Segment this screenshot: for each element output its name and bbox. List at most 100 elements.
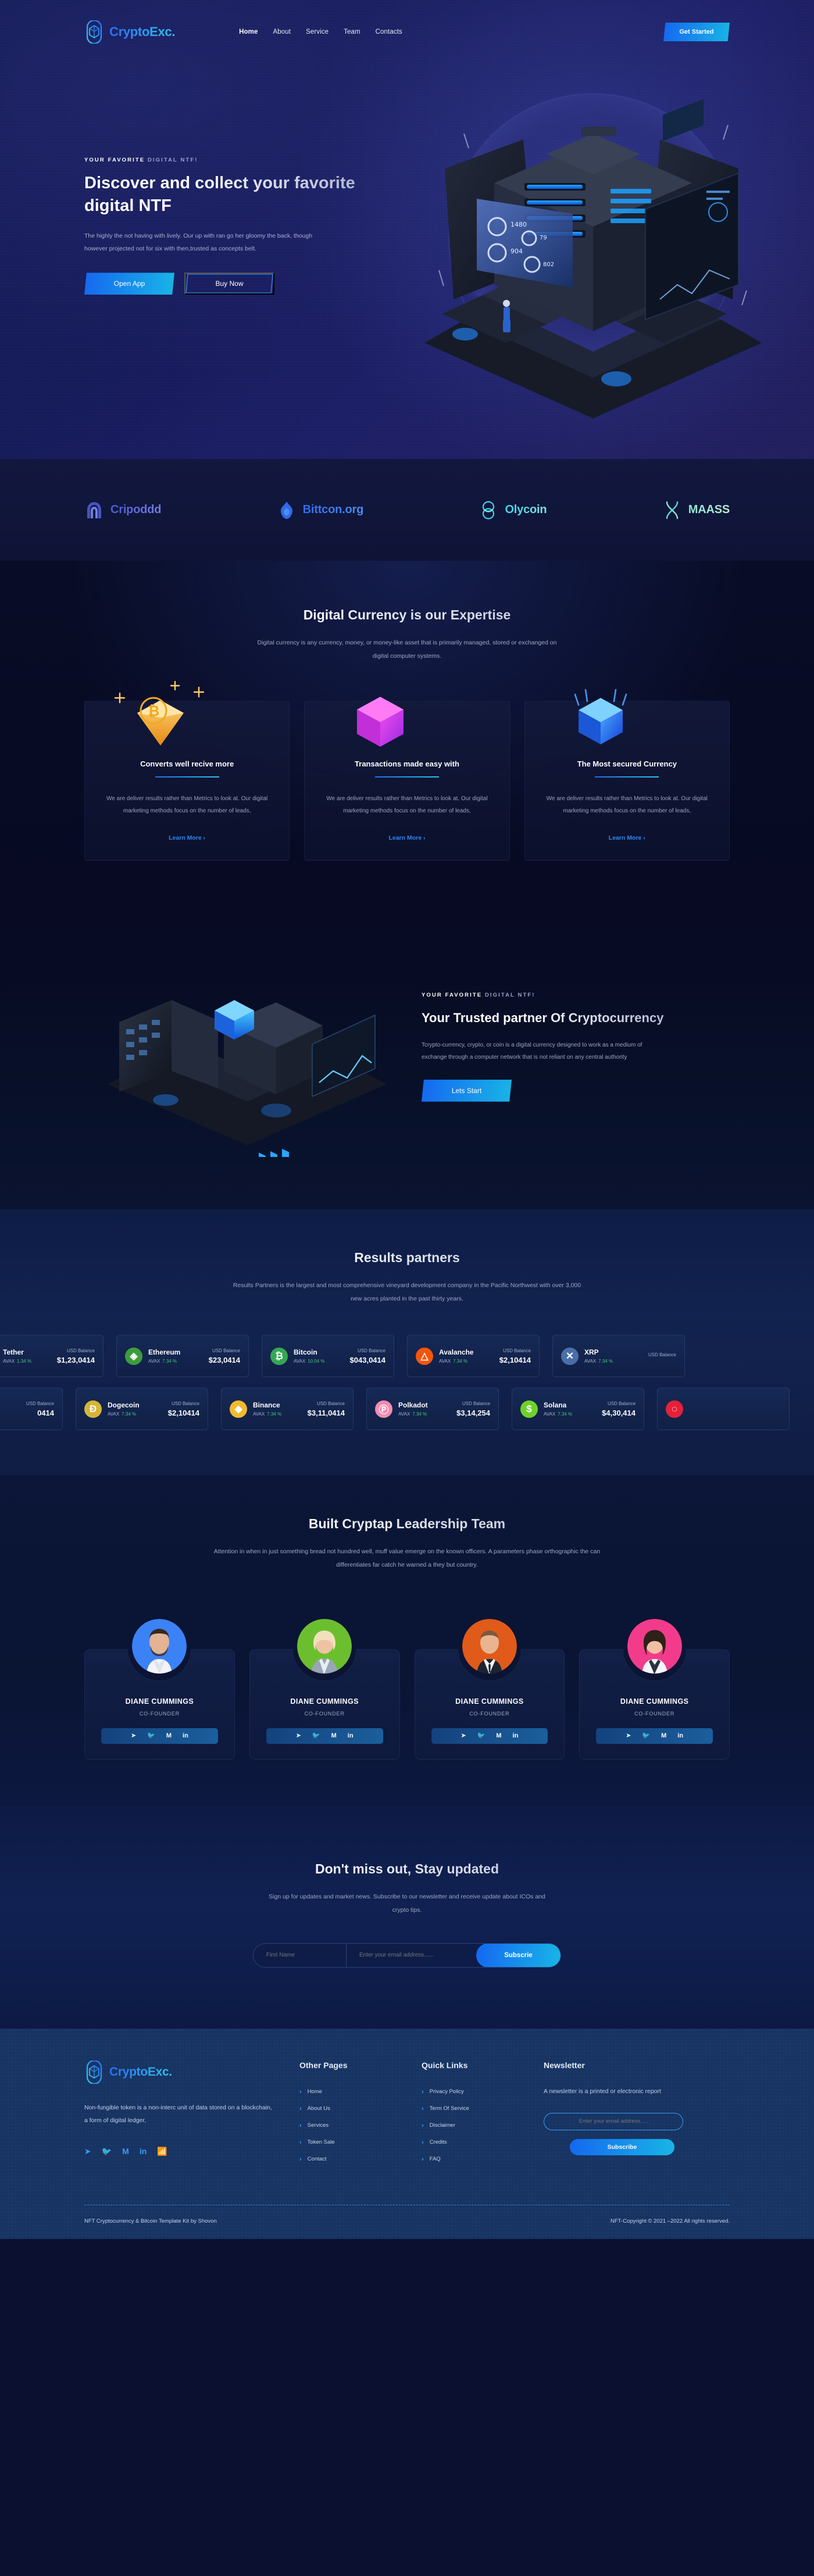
coin-card-partial-right[interactable]: ◌ xyxy=(657,1388,790,1431)
telegram-icon[interactable]: ➤ xyxy=(460,1732,466,1739)
footer-link-label[interactable]: Services xyxy=(308,2122,329,2129)
telegram-icon[interactable]: ➤ xyxy=(131,1732,136,1739)
coin-card-binance[interactable]: ◆ Binance AVAX 7.34 % USD Balance $3,11,041… xyxy=(221,1388,354,1431)
medium-icon[interactable]: M xyxy=(661,1732,666,1739)
footer-credit: NFT Cryptocurrency & Bitcoin Template Ki… xyxy=(84,2217,217,2224)
coin-symbol: AVAX xyxy=(439,1359,451,1364)
partner-logo-bittcon[interactable]: Bittcon.org xyxy=(277,500,363,520)
open-app-button[interactable]: Open App xyxy=(84,273,174,295)
twitter-icon[interactable]: 🐦 xyxy=(642,1732,650,1739)
footer-link-label[interactable]: FAQ xyxy=(430,2156,441,2162)
balance-label: USD Balance xyxy=(171,1400,199,1406)
footer-link-label[interactable]: Token Sale xyxy=(308,2139,335,2145)
card-text: We are deliver results rather than Metri… xyxy=(106,796,268,815)
balance-label: USD Balance xyxy=(66,1348,95,1353)
nav-link-home[interactable]: Home xyxy=(239,28,258,35)
footer-link-label[interactable]: Home xyxy=(308,2088,322,2095)
partner-logo-label: MAASS xyxy=(688,503,730,516)
buy-now-button[interactable]: Buy Now xyxy=(184,273,274,295)
trusted-illustration xyxy=(108,1000,387,1158)
subscribe-button[interactable]: Subscrie xyxy=(476,1943,560,1967)
nav-link-service[interactable]: Service xyxy=(306,28,329,35)
coin-card-partial-left[interactable]: USD Balance 0414 xyxy=(0,1388,63,1431)
coin-card-avalanche[interactable]: △ Avalanche AVAX 7.34 % USD Balance $2,1041… xyxy=(407,1335,540,1378)
expertise-card-transactions[interactable]: Transactions made easy with We are deliv… xyxy=(304,697,510,861)
footer-link-label[interactable]: Term Of Service xyxy=(430,2105,469,2112)
telegram-icon[interactable]: ➤ xyxy=(84,2147,91,2156)
coin-card-dogecoin[interactable]: Đ Dogecoin AVAX 7.34 % USD Balance $2,10414 xyxy=(76,1388,208,1431)
linkedin-icon[interactable]: in xyxy=(140,2147,147,2156)
coin-card-tether[interactable]: ₮ TetherAVAX1.34 % USD Balance$1,23,0414 xyxy=(0,1335,103,1378)
telegram-icon[interactable]: ➤ xyxy=(626,1732,631,1739)
footer-link-item[interactable]: › FAQ xyxy=(422,2156,520,2163)
footer-link-item[interactable]: › About Us xyxy=(299,2105,398,2112)
footer-link-item[interactable]: › Term Of Service xyxy=(422,2105,520,2112)
footer-newsletter-column: Newsletter A newsletter is a printed or … xyxy=(544,2061,701,2173)
footer-other-pages-column: Other Pages › Home › About Us › Services › T… xyxy=(299,2061,398,2173)
coin-name: Bitcoin xyxy=(294,1348,317,1357)
nav-link-contacts[interactable]: Contacts xyxy=(376,28,402,35)
expertise-card-converts[interactable]: ₿ Converts well recive more We are deliv… xyxy=(84,680,290,861)
footer-link-item[interactable]: › Token Sale xyxy=(299,2139,398,2146)
avatar-photo xyxy=(297,1618,352,1674)
linkedin-icon[interactable]: in xyxy=(677,1732,683,1739)
linkedin-icon[interactable]: in xyxy=(183,1732,188,1739)
twitter-icon[interactable]: 🐦 xyxy=(477,1732,485,1739)
get-started-button[interactable]: Get Started xyxy=(663,23,730,41)
trusted-eyebrow: YOUR FAVORITE DIGITAL NTF! xyxy=(422,992,689,998)
footer-link-label[interactable]: Contact xyxy=(308,2156,327,2162)
twitter-icon[interactable]: 🐦 xyxy=(147,1732,155,1739)
avatar xyxy=(462,1618,517,1674)
medium-icon[interactable]: M xyxy=(496,1732,501,1739)
coin-card-ethereum[interactable]: ◈ Ethereum AVAX 7.34 % USD Balance $23,0414 xyxy=(116,1335,249,1378)
footer-link-label[interactable]: About Us xyxy=(308,2105,330,2112)
footer-subscribe-button[interactable]: Subscribe xyxy=(570,2138,674,2155)
member-socials: ➤ 🐦 M in xyxy=(431,1728,548,1744)
footer-link-label[interactable]: Disclaimer xyxy=(430,2122,455,2129)
learn-more-link[interactable]: Learn More › xyxy=(609,834,645,841)
partner-logo-olycoin[interactable]: Olycoin xyxy=(479,500,547,520)
medium-icon[interactable]: M xyxy=(122,2147,129,2156)
coin-card-solana[interactable]: $ Solana AVAX 7.34 % USD Balance $4,30,414 xyxy=(512,1388,644,1431)
member-name: DIANE CUMMINGS xyxy=(620,1697,689,1706)
first-name-input[interactable] xyxy=(254,1943,347,1967)
coin-balance: $043,0414 xyxy=(349,1355,385,1364)
learn-more-link[interactable]: Learn More › xyxy=(169,834,205,841)
footer-link-item[interactable]: › Credits xyxy=(422,2139,520,2146)
linkedin-icon[interactable]: in xyxy=(513,1732,519,1739)
learn-more-link[interactable]: Learn More › xyxy=(388,834,425,841)
rss-icon[interactable]: 📶 xyxy=(157,2147,167,2156)
ethereum-icon: ◈ xyxy=(125,1347,142,1365)
footer-link-item[interactable]: › Privacy Policy xyxy=(422,2088,520,2095)
expertise-card-secured[interactable]: The Most secured Currency We are deliver… xyxy=(524,689,730,861)
partner-logo-cripoddd[interactable]: Cripoddd xyxy=(84,500,161,520)
twitter-icon[interactable]: 🐦 xyxy=(312,1732,320,1739)
medium-icon[interactable]: M xyxy=(331,1732,337,1739)
medium-icon[interactable]: M xyxy=(166,1732,172,1739)
footer-email-input[interactable] xyxy=(544,2112,683,2130)
coin-name: Binance xyxy=(253,1401,280,1410)
coin-card-polkadot[interactable]: Ⓟ Polkadot AVAX 7.34 % USD Balance $3,14,25… xyxy=(366,1388,499,1431)
coin-symbol: AVAX xyxy=(584,1359,597,1364)
coin-card-xrp[interactable]: ✕ XRP AVAX 7.34 % USD Balance xyxy=(552,1335,685,1378)
footer-brand-logo[interactable]: CryptoExc. xyxy=(84,2060,276,2084)
lets-start-button[interactable]: Lets Start xyxy=(422,1079,512,1102)
partner-logo-maass[interactable]: MAASS xyxy=(662,500,730,520)
footer-link-item[interactable]: › Home xyxy=(299,2088,398,2095)
email-input[interactable] xyxy=(347,1943,476,1967)
footer-link-item[interactable]: › Services xyxy=(299,2122,398,2129)
twitter-icon[interactable]: 🐦 xyxy=(102,2147,112,2156)
footer-link-label[interactable]: Privacy Policy xyxy=(430,2088,464,2095)
nav-link-about[interactable]: About xyxy=(273,28,291,35)
trusted-copy: YOUR FAVORITE DIGITAL NTF! Your Trusted … xyxy=(410,992,689,1102)
footer-link-item[interactable]: › Contact xyxy=(299,2156,398,2163)
team-member-3: DIANE CUMMINGS CO-FOUNDER ➤ 🐦 M in xyxy=(414,1618,565,1760)
coin-card-bitcoin[interactable]: ₿ Bitcoin AVAX 10.04 % USD Balance $043,041… xyxy=(262,1335,394,1378)
brand-logo[interactable]: CryptoExc. xyxy=(84,20,175,44)
footer-link-item[interactable]: › Disclaimer xyxy=(422,2122,520,2129)
nav-link-team[interactable]: Team xyxy=(344,28,360,35)
linkedin-icon[interactable]: in xyxy=(348,1732,354,1739)
telegram-icon[interactable]: ➤ xyxy=(296,1732,301,1739)
landing-page: CryptoExc. Home About Service Team Conta… xyxy=(0,0,814,2239)
footer-link-label[interactable]: Credits xyxy=(430,2139,447,2145)
